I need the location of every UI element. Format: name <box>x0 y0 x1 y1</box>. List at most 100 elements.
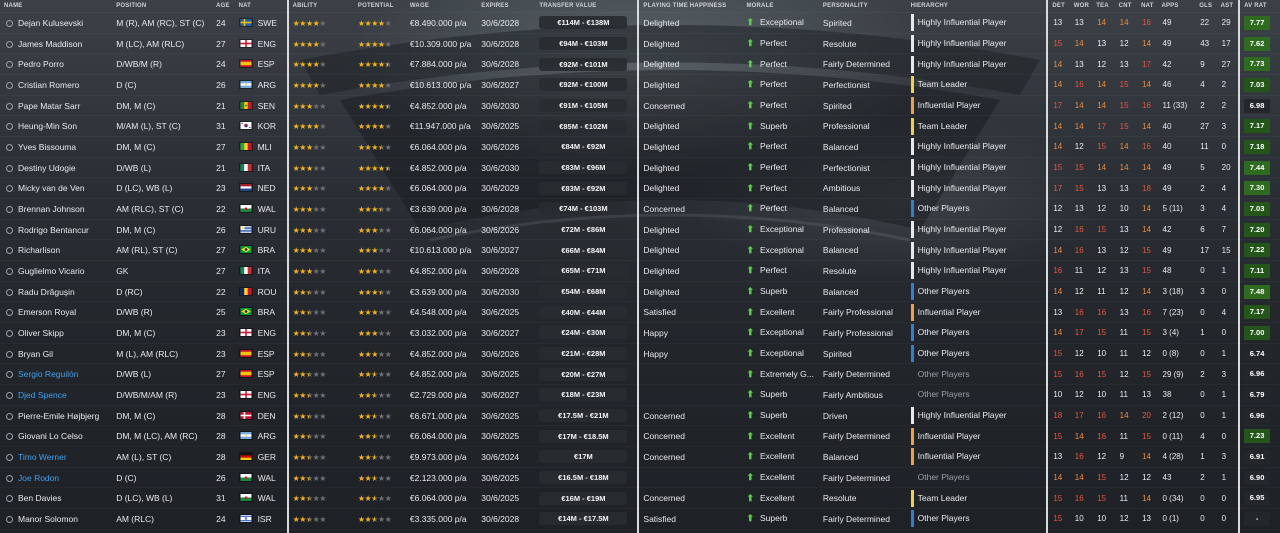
column-header-nat[interactable]: NAT <box>1137 0 1157 13</box>
name-cell[interactable]: Emerson Royal <box>0 302 112 323</box>
column-header-expires[interactable]: EXPIRES <box>477 0 535 13</box>
name-cell[interactable]: Guglielmo Vicario <box>0 261 112 282</box>
column-header-cnt[interactable]: CNT <box>1115 0 1137 13</box>
name-cell[interactable]: Radu Drăgușin <box>0 281 112 302</box>
player-name[interactable]: Cristian Romero <box>18 80 79 90</box>
name-cell[interactable]: Timo Werner <box>0 447 112 468</box>
name-cell[interactable]: Dejan Kulusevski <box>0 13 112 34</box>
player-name[interactable]: Micky van de Ven <box>18 183 85 193</box>
name-cell[interactable]: Rodrigo Bentancur <box>0 219 112 240</box>
table-row[interactable]: Oliver SkippDM, M (C)23ENG★★★★★★★★★★★€3.… <box>0 322 1280 344</box>
table-row[interactable]: Rodrigo Bentancur DM, M (C) 26 URU ★★★★★ ★★★★… <box>0 219 1280 240</box>
table-row[interactable]: Guglielmo Vicario GK 27 ITA ★★★★★ ★★★★★ €4.852… <box>0 260 1280 282</box>
name-cell[interactable]: James Maddison <box>0 33 112 54</box>
table-row[interactable]: Brennan Johnson AM (RLC), ST (C) 22 WAL ★★★★… <box>0 198 1280 220</box>
column-header-position[interactable]: POSITION <box>112 0 212 13</box>
table-row[interactable]: Ben Davies D (LC), WB (L) 31 WAL ★★★★★★ ★★★★★… <box>0 487 1280 509</box>
player-name[interactable]: Heung-Min Son <box>18 121 77 131</box>
name-cell[interactable]: Bryan Gil <box>0 343 112 364</box>
player-name[interactable]: Rodrigo Bentancur <box>18 225 89 235</box>
column-header-ast[interactable]: AST <box>1216 0 1241 13</box>
name-cell[interactable]: Pape Matar Sarr <box>0 95 112 116</box>
column-header-wor[interactable]: WOR <box>1070 0 1092 13</box>
table-row[interactable]: Pedro PorroD/WB/M (R)24ESP★★★★★★★★★★★€7.… <box>0 53 1280 75</box>
name-cell[interactable]: Sergio Reguilón <box>0 364 112 385</box>
column-header-det[interactable]: DET <box>1047 0 1069 13</box>
player-name[interactable]: Ben Davies <box>18 493 61 503</box>
name-cell[interactable]: Joe Rodon <box>0 467 112 488</box>
column-header-wage[interactable]: WAGE <box>406 0 477 13</box>
table-row[interactable]: Cristian Romero D (C) 26 ARG ★★★★★ ★★★★★ €10.6… <box>0 74 1280 96</box>
name-cell[interactable]: Brennan Johnson <box>0 199 112 220</box>
table-row[interactable]: Djed Spence D/WB/M/AM (R) 23 ENG ★★★★★★ ★★★★★… <box>0 384 1280 406</box>
table-row[interactable]: Emerson RoyalD/WB (R)25BRA★★★★★★★★★★★€4.… <box>0 301 1280 323</box>
table-row[interactable]: Pierre-Emile Højbjerg DM, M (C) 28 DEN ★★★ ★★… <box>0 405 1280 426</box>
player-name[interactable]: Guglielmo Vicario <box>18 266 84 276</box>
name-cell[interactable]: Giovani Lo Celso <box>0 426 112 447</box>
player-name[interactable]: Bryan Gil <box>18 349 53 359</box>
table-row[interactable]: Dejan Kulusevski M (R), AM (RC), ST (C) 24… <box>0 12 1280 34</box>
player-name[interactable]: Giovani Lo Celso <box>18 431 83 441</box>
table-row[interactable]: Heung-Min Son M/AM (L), ST (C) 31 KOR ★★★★★ ★… <box>0 115 1280 137</box>
player-name[interactable]: Richarlison <box>18 245 60 255</box>
player-name[interactable]: Timo Werner <box>18 452 67 462</box>
column-header-av-rat[interactable]: AV RAT <box>1239 0 1280 13</box>
table-row[interactable]: Sergio Reguilón D/WB (L) 27 ESP ★★★★★★ ★★★★★★… <box>0 363 1280 385</box>
goals-cell: 0 <box>1195 488 1216 509</box>
table-row[interactable]: Bryan GilM (L), AM (RLC)23ESP★★★★★★★★★★★… <box>0 343 1280 364</box>
player-name[interactable]: Destiny Udogie <box>18 163 76 173</box>
column-header-hierarchy[interactable]: HIERARCHY <box>906 0 1049 13</box>
name-cell[interactable]: Micky van de Ven <box>0 178 112 199</box>
table-row[interactable]: Manor SolomonAM (RLC)24ISR★★★★★★★★★★★★€3… <box>0 508 1280 530</box>
column-header-playing-time-happiness[interactable]: PLAYING TIME HAPPINESS <box>638 0 742 13</box>
name-cell[interactable]: Oliver Skipp <box>0 323 112 344</box>
player-name[interactable]: Brennan Johnson <box>18 204 85 214</box>
table-row[interactable]: Tanguy NdombeleDM, M (C)27FRA★★★★★★★★★★★… <box>0 529 1280 533</box>
table-row[interactable]: Giovani Lo Celso DM, M (LC), AM (RC) 28 ARG… <box>0 425 1280 447</box>
table-row[interactable]: Richarlison AM (RL), ST (C) 27 BRA ★★★★★ ★★★★… <box>0 239 1280 261</box>
name-cell[interactable]: Cristian Romero <box>0 75 112 96</box>
table-row[interactable]: James Maddison M (LC), AM (RLC) 27 ENG ★★★★★… <box>0 33 1280 54</box>
column-header-personality[interactable]: PERSONALITY <box>819 0 907 13</box>
column-header-name[interactable]: NAME <box>0 0 112 13</box>
name-cell[interactable]: Pedro Porro <box>0 54 112 75</box>
table-row[interactable]: Micky van de Ven D (LC), WB (L) 23 NED ★★★★★… <box>0 177 1280 199</box>
player-name[interactable]: Pape Matar Sarr <box>18 101 80 111</box>
player-name[interactable]: Sergio Reguilón <box>18 369 78 379</box>
column-header-nat[interactable]: NAT <box>234 0 289 13</box>
name-cell[interactable]: Manor Solomon <box>0 509 112 530</box>
name-cell[interactable]: Pierre-Emile Højbjerg <box>0 405 112 426</box>
table-row[interactable]: Yves BissoumaDM, M (C)27MLI★★★★★★★★★★★€6… <box>0 136 1280 158</box>
table-row[interactable]: Timo Werner AM (L), ST (C) 28 GER ★★★ ★★ ★ ★★ ★★… <box>0 446 1280 468</box>
name-cell[interactable]: Djed Spence <box>0 385 112 406</box>
table-row[interactable]: Radu Drăgușin D (RC) 22 ROU ★★★★★★ ★★★★★★ €3.6… <box>0 281 1280 302</box>
name-cell[interactable]: Destiny Udogie <box>0 157 112 178</box>
column-header-morale[interactable]: MORALE <box>742 0 818 13</box>
player-name[interactable]: Emerson Royal <box>18 307 76 317</box>
table-row[interactable]: Joe Rodon D (C) 26 WAL ★★★★★★ ★★★★★★ €2.123.00… <box>0 467 1280 488</box>
name-cell[interactable]: Richarlison <box>0 240 112 261</box>
player-name[interactable]: Djed Spence <box>18 390 67 400</box>
name-cell[interactable]: Heung-Min Son <box>0 116 112 137</box>
name-cell[interactable]: Yves Bissouma <box>0 137 112 158</box>
column-header-age[interactable]: AGE <box>212 0 234 13</box>
player-name[interactable]: Oliver Skipp <box>18 328 64 338</box>
column-header-potential[interactable]: POTENTIAL <box>354 0 406 13</box>
player-name[interactable]: James Maddison <box>18 39 82 49</box>
player-name[interactable]: Dejan Kulusevski <box>18 18 83 28</box>
column-header-gls[interactable]: GLS <box>1195 0 1216 13</box>
table-row[interactable]: Pape Matar SarrDM, M (C)21SEN★★★★★★★★★★★… <box>0 95 1280 116</box>
player-name[interactable]: Yves Bissouma <box>18 142 76 152</box>
column-header-ability[interactable]: ABILITY <box>288 0 354 13</box>
player-name[interactable]: Joe Rodon <box>18 473 59 483</box>
player-name[interactable]: Pedro Porro <box>18 59 64 69</box>
player-name[interactable]: Manor Solomon <box>18 514 78 524</box>
player-name[interactable]: Pierre-Emile Højbjerg <box>18 411 99 421</box>
column-header-apps[interactable]: APPS <box>1158 0 1196 13</box>
name-cell[interactable]: Ben Davies <box>0 488 112 509</box>
player-name[interactable]: Radu Drăgușin <box>18 287 75 297</box>
column-header-transfer-value[interactable]: TRANSFER VALUE <box>535 0 640 13</box>
column-header-tea[interactable]: TEA <box>1092 0 1114 13</box>
name-cell[interactable]: Tanguy Ndombele <box>0 529 112 533</box>
table-row[interactable]: Destiny UdogieD/WB (L)21ITA★★★★★★★★★★★€4… <box>0 157 1280 178</box>
